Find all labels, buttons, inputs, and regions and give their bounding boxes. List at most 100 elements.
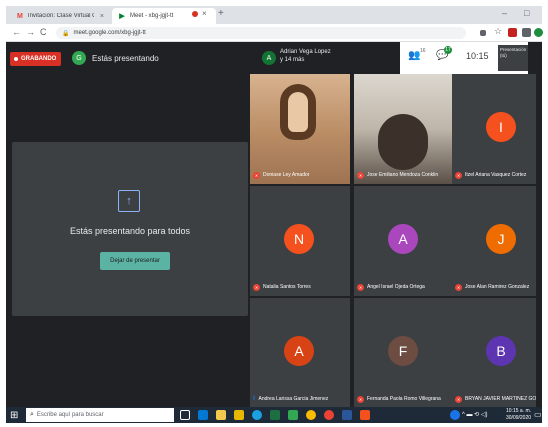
star-icon[interactable]: ☆ bbox=[494, 26, 502, 37]
lock-icon: 🔒 bbox=[62, 30, 70, 37]
participant-label: ✕ Jose Alan Ramirez Gonzalez bbox=[455, 282, 529, 292]
participants-topbar: A Adrian Vega Lopez y 14 más 👥 16 💬 17 1… bbox=[250, 42, 542, 74]
host-more-text: y 14 más bbox=[280, 57, 305, 63]
participant-name: BRYAN JAVIER MARTINEZ GO bbox=[465, 396, 536, 402]
windows-start-icon[interactable]: ⊞ bbox=[10, 410, 18, 421]
meet-header: GRABANDO G Estás presentando bbox=[6, 42, 250, 74]
presentation-thumbnail[interactable]: Presentación (tú) bbox=[498, 45, 528, 71]
mic-off-icon: ✕ bbox=[253, 171, 260, 179]
participant-tile[interactable]: I ✕ Itzel Ariana Vasquez Cortez bbox=[452, 74, 536, 184]
participant-name: Natalia Santos Torres bbox=[263, 284, 311, 290]
present-screen-icon: ↑ bbox=[118, 190, 140, 212]
mic-off-icon: ✕ bbox=[357, 395, 364, 403]
participant-tile[interactable]: A ‖ Andrea Larissa Garcia Jimenez bbox=[250, 298, 350, 408]
url-field[interactable]: 🔒 meet.google.com/xbg-jgjt-tt bbox=[56, 27, 466, 39]
mic-off-icon: ✕ bbox=[455, 283, 462, 291]
chat-badge: 17 bbox=[444, 46, 452, 54]
participant-tile[interactable]: F ✕ Fernanda Paola Romo Villegrana bbox=[354, 298, 454, 408]
profile-avatar[interactable] bbox=[534, 28, 543, 37]
participant-name: Andrea Larissa Garcia Jimenez bbox=[258, 396, 329, 402]
avatar: G bbox=[72, 51, 86, 65]
mic-off-icon: ✕ bbox=[455, 171, 462, 179]
participant-name: Itzel Ariana Vasquez Cortez bbox=[465, 172, 527, 178]
participant-label: ✕ Angel Israel Ojeda Ortega bbox=[357, 282, 425, 292]
mic-off-icon: ✕ bbox=[357, 171, 364, 179]
taskbar: ⊞ ⌕ Escribe aquí para buscar ^ ▬ ⟲ ◁) 10… bbox=[6, 407, 542, 423]
extension-icon[interactable] bbox=[508, 28, 517, 37]
search-icon: ⌕ bbox=[30, 411, 34, 418]
avatar: A bbox=[262, 51, 276, 65]
address-bar: ← → C 🔒 meet.google.com/xbg-jgjt-tt ☆ bbox=[6, 24, 543, 42]
participant-label: ✕ Natalia Santos Torres bbox=[253, 282, 311, 292]
participant-tile[interactable]: ✕ Doniase Ley Amador bbox=[250, 74, 350, 184]
page-title: Estás presentando bbox=[92, 54, 159, 63]
chrome-icon[interactable] bbox=[306, 410, 316, 420]
meet-icon: ▶ bbox=[119, 13, 125, 20]
participant-name: Fernanda Paola Romo Villegrana bbox=[367, 396, 441, 402]
maximize-button[interactable]: □ bbox=[524, 8, 529, 18]
edge-icon[interactable] bbox=[252, 410, 262, 420]
participant-name: Angel Israel Ojeda Ortega bbox=[367, 284, 425, 290]
participant-video bbox=[378, 114, 428, 170]
participant-tile[interactable]: A ✕ Angel Israel Ojeda Ortega bbox=[354, 186, 454, 296]
recording-badge: GRABANDO bbox=[10, 52, 62, 66]
participant-label: ✕ BRYAN JAVIER MARTINEZ GO bbox=[455, 394, 536, 404]
stop-presenting-button[interactable]: Dejar de presentar bbox=[100, 252, 170, 270]
gmail-icon: M bbox=[17, 12, 23, 20]
word-icon[interactable] bbox=[342, 410, 352, 420]
participant-video bbox=[280, 84, 316, 140]
app-orange-icon[interactable] bbox=[360, 410, 370, 420]
people-count: 16 bbox=[420, 48, 426, 54]
avatar: A bbox=[388, 224, 418, 254]
tab-label: Invitación: Clase Virtual Orienta bbox=[27, 13, 94, 19]
participant-tile[interactable]: N ✕ Natalia Santos Torres bbox=[250, 186, 350, 296]
mic-off-icon: ✕ bbox=[455, 395, 462, 403]
meet-taskbar-icon[interactable] bbox=[324, 410, 334, 420]
file-explorer-icon[interactable] bbox=[216, 410, 226, 420]
taskbar-time: 10:15 a. m. bbox=[506, 408, 532, 414]
minimize-button[interactable]: – bbox=[502, 8, 507, 18]
participant-label: ✕ Itzel Ariana Vasquez Cortez bbox=[455, 170, 526, 180]
avatar: J bbox=[486, 224, 516, 254]
task-view-icon[interactable] bbox=[180, 410, 190, 420]
forward-icon[interactable]: → bbox=[26, 27, 35, 37]
system-tray-icons[interactable]: ^ ▬ ⟲ ◁) bbox=[462, 411, 487, 418]
people-icon[interactable]: 👥 bbox=[408, 50, 420, 61]
new-tab-button[interactable]: + bbox=[218, 8, 224, 19]
participant-name: Jose Emiliano Mendoza Conklin bbox=[367, 172, 439, 178]
excel-icon[interactable] bbox=[270, 410, 280, 420]
presenting-message: Estás presentando para todos bbox=[69, 226, 191, 236]
speaking-icon: ‖ bbox=[253, 396, 256, 402]
url-text: meet.google.com/xbg-jgjt-tt bbox=[73, 30, 146, 36]
notifications-icon[interactable]: ▭ bbox=[534, 410, 542, 419]
back-icon[interactable]: ← bbox=[12, 27, 21, 37]
app-teal-icon[interactable] bbox=[450, 410, 460, 420]
avatar: F bbox=[388, 336, 418, 366]
close-icon[interactable]: × bbox=[100, 13, 104, 20]
taskbar-clock[interactable]: 10:15 a. m. 30/09/2020 bbox=[506, 408, 531, 422]
presentation-panel: ↑ Estás presentando para todos Dejar de … bbox=[12, 142, 248, 316]
app-green-icon[interactable] bbox=[288, 410, 298, 420]
close-icon[interactable]: × bbox=[202, 9, 207, 18]
tab-gmail-invitation[interactable]: M Invitación: Clase Virtual Orienta × bbox=[10, 8, 110, 24]
tab-label: Meet - xbg-jgjt-tt bbox=[130, 13, 174, 19]
host-name: Adrian Vega Lopez y 14 más bbox=[280, 48, 331, 64]
tab-meet[interactable]: ▶ Meet - xbg-jgjt-tt bbox=[112, 8, 216, 24]
reload-icon[interactable]: C bbox=[40, 27, 47, 37]
participant-label: ✕ Doniase Ley Amador bbox=[253, 170, 309, 180]
puzzle-icon[interactable] bbox=[522, 28, 531, 37]
participant-tile[interactable]: ✕ Jose Emiliano Mendoza Conklin bbox=[354, 74, 454, 184]
participant-tile[interactable]: J ✕ Jose Alan Ramirez Gonzalez bbox=[452, 186, 536, 296]
avatar: B bbox=[486, 336, 516, 366]
recording-label: GRABANDO bbox=[21, 56, 57, 62]
avatar: A bbox=[284, 336, 314, 366]
search-input[interactable]: ⌕ Escribe aquí para buscar bbox=[26, 408, 174, 422]
folder-icon[interactable] bbox=[234, 410, 244, 420]
meet-window: GRABANDO G Estás presentando ↑ Estás pre… bbox=[6, 42, 542, 408]
mic-off-icon: ✕ bbox=[357, 283, 364, 291]
recording-dot-icon bbox=[192, 11, 198, 17]
taskbar-date: 30/09/2020 bbox=[506, 415, 532, 421]
camera-icon[interactable] bbox=[480, 30, 486, 36]
participant-tile[interactable]: B ✕ BRYAN JAVIER MARTINEZ GO bbox=[452, 298, 536, 408]
store-icon[interactable] bbox=[198, 410, 208, 420]
